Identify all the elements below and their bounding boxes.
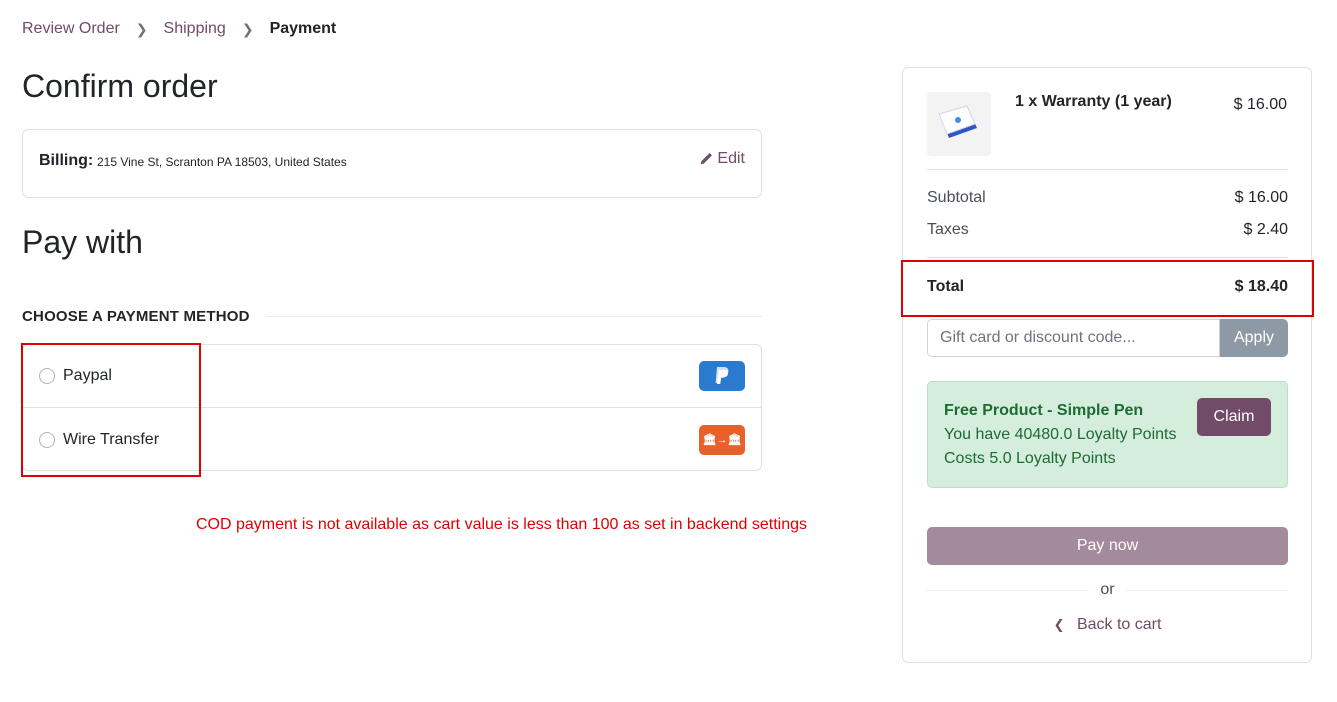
taxes-value: $ 2.40 xyxy=(1243,221,1288,238)
divider xyxy=(927,257,1288,258)
pencil-icon xyxy=(701,153,713,165)
chevron-right-icon: ❯ xyxy=(241,20,254,37)
loyalty-reward-card: Free Product - Simple Pen You have 40480… xyxy=(927,381,1288,488)
cod-unavailable-message: COD payment is not available as cart val… xyxy=(196,516,807,533)
taxes-row: Taxes $ 2.40 xyxy=(927,221,1288,239)
loyalty-balance: You have 40480.0 Loyalty Points xyxy=(944,426,1177,443)
breadcrumb-payment: Payment xyxy=(269,20,337,37)
edit-label: Edit xyxy=(717,150,745,167)
coupon-input[interactable] xyxy=(927,319,1220,357)
coupon-form: Apply xyxy=(927,319,1288,357)
choose-payment-method-label: CHOOSE A PAYMENT METHOD xyxy=(22,308,250,325)
payment-method-section-title: CHOOSE A PAYMENT METHOD xyxy=(22,308,762,325)
breadcrumb-review-order[interactable]: Review Order xyxy=(22,20,120,38)
divider xyxy=(265,316,762,317)
subtotal-value: $ 16.00 xyxy=(1234,189,1288,206)
billing-card: Billing: 215 Vine St, Scranton PA 18503,… xyxy=(22,129,762,198)
back-to-cart-link[interactable]: ❮ Back to cart xyxy=(927,616,1288,634)
product-name: 1 x Warranty (1 year) xyxy=(1015,93,1172,110)
total-highlight xyxy=(901,260,1314,317)
paypal-icon xyxy=(699,361,745,391)
chevron-right-icon: ❯ xyxy=(135,20,148,37)
product-image xyxy=(927,92,991,156)
or-divider: or xyxy=(927,580,1288,600)
confirm-order-heading: Confirm order xyxy=(22,68,218,104)
subtotal-label: Subtotal xyxy=(927,189,986,206)
divider xyxy=(927,169,1288,170)
reward-title: Free Product - Simple Pen xyxy=(944,402,1144,419)
pay-now-button[interactable]: Pay now xyxy=(927,527,1288,565)
taxes-label: Taxes xyxy=(927,221,969,238)
billing-label: Billing: xyxy=(39,152,94,169)
bank-transfer-icon: 🏛→🏛 xyxy=(699,424,745,455)
order-summary: 1 x Warranty (1 year) $ 16.00 Subtotal $… xyxy=(902,67,1312,663)
claim-button[interactable]: Claim xyxy=(1197,398,1271,436)
payment-methods-highlight xyxy=(21,343,201,477)
or-label: or xyxy=(1088,581,1127,599)
edit-billing-button[interactable]: Edit xyxy=(699,150,745,168)
pay-with-heading: Pay with xyxy=(22,224,143,260)
billing-address: 215 Vine St, Scranton PA 18503, United S… xyxy=(97,155,347,169)
breadcrumb: Review Order ❯ Shipping ❯ Payment xyxy=(22,20,336,38)
reward-cost: Costs 5.0 Loyalty Points xyxy=(944,450,1116,467)
subtotal-row: Subtotal $ 16.00 xyxy=(927,189,1288,207)
breadcrumb-shipping[interactable]: Shipping xyxy=(164,20,226,38)
chevron-left-icon: ❮ xyxy=(1053,617,1065,632)
apply-coupon-button[interactable]: Apply xyxy=(1220,319,1288,357)
product-price: $ 16.00 xyxy=(1233,96,1287,113)
back-to-cart-label: Back to cart xyxy=(1076,616,1162,633)
